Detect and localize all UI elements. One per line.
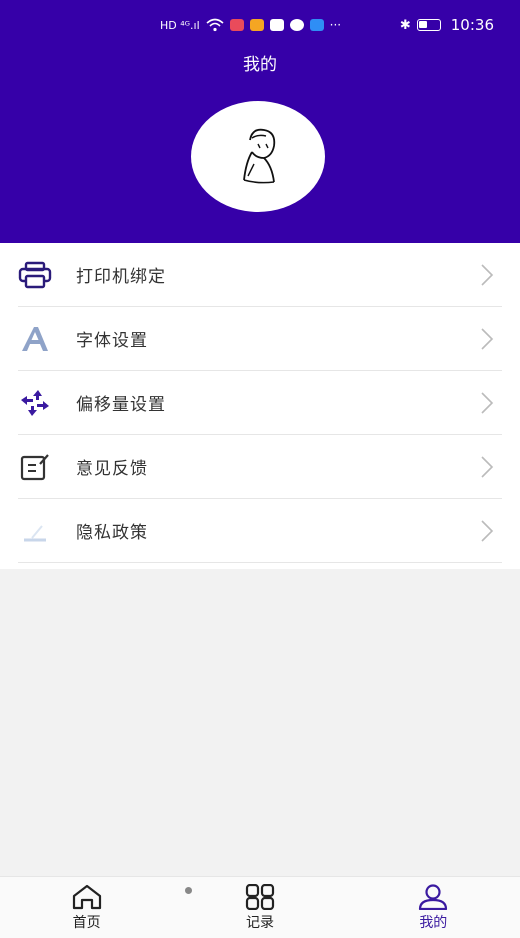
chevron-right-icon xyxy=(481,327,494,350)
user-icon xyxy=(419,883,448,910)
tab-mine[interactable]: 我的 xyxy=(347,877,520,938)
status-bar: HD ⁴ᴳ.ıl ··· ✱ 10:36 xyxy=(0,0,520,50)
wifi-icon xyxy=(206,18,224,32)
page-title: 我的 xyxy=(243,55,277,75)
menu-item-font-settings[interactable]: 字体设置 xyxy=(18,307,502,371)
home-icon xyxy=(72,884,101,909)
status-left: HD ⁴ᴳ.ıl ··· xyxy=(160,18,341,32)
chevron-right-icon xyxy=(481,519,494,542)
privacy-icon xyxy=(18,514,52,548)
clock: 10:36 xyxy=(450,16,494,34)
battery-icon xyxy=(416,19,441,31)
tab-home[interactable]: 首页 xyxy=(0,877,173,938)
chat-icon xyxy=(289,19,304,31)
more-indicator: ··· xyxy=(329,18,342,32)
chevron-right-icon xyxy=(481,391,494,414)
chevron-right-icon xyxy=(481,263,494,286)
printer-icon xyxy=(18,258,52,292)
weibo-icon xyxy=(249,19,264,31)
menu-label: 隐私政策 xyxy=(76,523,148,543)
status-right: ✱ 10:36 xyxy=(400,16,494,34)
chevron-right-icon xyxy=(481,455,494,478)
tab-label: 首页 xyxy=(72,914,101,931)
menu-label: 打印机绑定 xyxy=(76,267,166,287)
menu-item-feedback[interactable]: 意见反馈 xyxy=(18,435,502,499)
tab-label: 我的 xyxy=(419,914,448,931)
bottom-tab-bar: 首页 记录 我的 xyxy=(0,876,520,938)
app-notification-icon xyxy=(269,19,284,31)
settings-menu: 打印机绑定 字体设置 偏移量设置 意见反馈 隐私政策 xyxy=(0,243,520,569)
bluetooth-icon: ✱ xyxy=(399,17,411,33)
search-app-icon xyxy=(309,19,324,31)
menu-item-privacy-policy[interactable]: 隐私政策 xyxy=(18,499,502,563)
header: HD ⁴ᴳ.ıl ··· ✱ 10:36 我的 xyxy=(0,0,520,243)
notification-dot xyxy=(185,887,193,894)
menu-label: 偏移量设置 xyxy=(76,395,166,415)
menu-label: 字体设置 xyxy=(76,331,148,351)
feedback-edit-icon xyxy=(18,450,52,484)
font-icon xyxy=(18,322,52,356)
network-indicator: HD ⁴ᴳ.ıl xyxy=(160,18,200,32)
tab-records[interactable]: 记录 xyxy=(173,877,346,938)
avatar[interactable] xyxy=(191,101,325,212)
menu-item-printer-binding[interactable]: 打印机绑定 xyxy=(18,243,502,307)
avatar-sketch-icon xyxy=(243,128,276,183)
app-notification-icon xyxy=(229,19,244,31)
menu-item-offset-settings[interactable]: 偏移量设置 xyxy=(18,371,502,435)
offset-arrows-icon xyxy=(18,386,52,420)
menu-label: 意见反馈 xyxy=(76,459,148,479)
tab-label: 记录 xyxy=(245,914,274,931)
grid-icon xyxy=(245,883,275,910)
